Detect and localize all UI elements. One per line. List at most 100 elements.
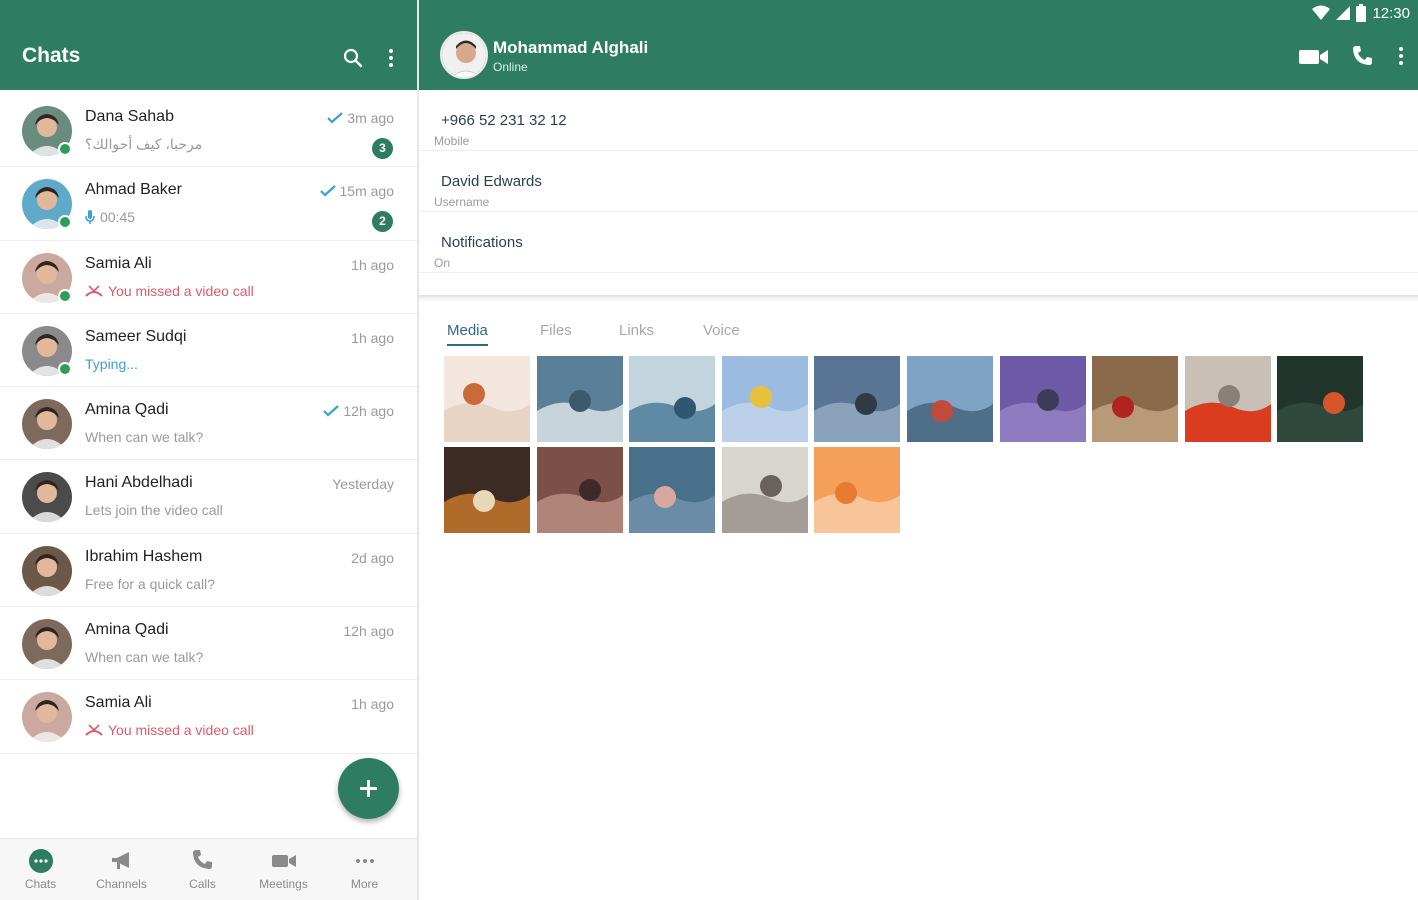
palm-photo [814, 356, 901, 442]
clock-time: 12:30 [1372, 4, 1410, 22]
chat-name: Hani Abdelhadi [85, 474, 193, 492]
chat-list-item[interactable]: Hani Abdelhadi Lets join the video call Ye… [0, 460, 417, 535]
overflow-menu-icon[interactable] [379, 46, 403, 70]
chili-photo [1277, 356, 1364, 442]
flower-photo [721, 356, 808, 442]
section-separator [419, 295, 1418, 303]
chat-name: Ahmad Baker [85, 181, 182, 199]
chat-list-item[interactable]: Dana Sahab مرحبا، كيف أحوالك؟ 3m ago 3 [0, 94, 417, 168]
info-label: Mobile [434, 134, 470, 148]
chat-time-text: Yesterday [332, 476, 394, 493]
chat-name: Samia Ali [85, 254, 152, 272]
media-thumbnail[interactable] [536, 356, 623, 442]
info-label: On [434, 256, 451, 270]
chat-list-item[interactable]: Amina Qadi When can we talk? 12h ago [0, 607, 417, 681]
new-chat-button[interactable] [338, 758, 399, 819]
chat-last-message: When can we talk? [85, 429, 203, 445]
media-thumbnail[interactable] [444, 447, 530, 533]
media-thumbnail[interactable] [907, 356, 993, 442]
video-camera-icon [271, 855, 296, 867]
chat-time: 15m ago [319, 183, 394, 200]
chat-list-item[interactable]: Amina Qadi When can we talk? 12h ago [0, 387, 417, 461]
signal-icon [1336, 6, 1351, 20]
chats-panel: Chats Dana Sahab مرحبا، كيف أحوالك؟ 3m ago… [0, 0, 417, 900]
chat-message-text: When can we talk? [85, 429, 204, 446]
info-label: Username [434, 195, 490, 209]
media-thumbnail[interactable] [999, 356, 1086, 442]
sea-photo [629, 356, 716, 442]
media-thumbnail[interactable] [1184, 356, 1271, 442]
nav-label: Chats [24, 877, 57, 891]
contact-info-row[interactable]: David Edwards Username [419, 151, 1418, 212]
chat-list: Dana Sahab مرحبا، كيف أحوالك؟ 3m ago 3 Ahmad… [0, 94, 417, 754]
search-icon[interactable] [341, 46, 365, 70]
chat-time-text: 1h ago [351, 256, 394, 273]
contact-status: Online [493, 60, 528, 74]
contact-app-bar: Mohammad Alghali Online [419, 26, 1418, 90]
battery-icon [1356, 4, 1367, 22]
chat-time-text: 3m ago [347, 110, 394, 126]
media-thumbnail[interactable] [629, 356, 716, 442]
chats-title: Chats [22, 44, 81, 67]
chat-list-item[interactable]: Samia Ali You missed a video call 1h ago [0, 241, 417, 315]
tab-files[interactable]: Files [540, 322, 572, 339]
contact-avatar[interactable] [440, 31, 488, 79]
chat-time: Yesterday [332, 476, 394, 492]
megaphone-icon [111, 852, 129, 869]
media-thumbnail[interactable] [629, 447, 716, 533]
chat-time: 1h ago [351, 257, 394, 273]
chat-list-item[interactable]: Sameer Sudqi Typing... 1h ago [0, 314, 417, 388]
tab-links[interactable]: Links [619, 322, 654, 339]
media-thumbnail[interactable] [444, 356, 530, 442]
unread-badge: 3 [372, 138, 393, 159]
chat-message-text: Typing... [85, 355, 138, 372]
chat-last-message: Typing... [85, 356, 138, 372]
chat-time: 3m ago [327, 110, 394, 126]
contact-info-row[interactable]: Notifications On [419, 212, 1418, 273]
chat-list-item[interactable]: Ahmad Baker 00:45 15m ago 2 [0, 167, 417, 241]
nav-item-channels[interactable]: Channels [81, 839, 162, 900]
nav-label: More [350, 877, 379, 891]
chat-time-text: 15m ago [339, 183, 394, 200]
more-dots-icon [355, 859, 374, 863]
media-thumbnail[interactable] [721, 447, 808, 533]
contact-avatar-image [442, 33, 486, 77]
chat-time-text: 1h ago [351, 696, 394, 713]
media-thumbnail[interactable] [536, 447, 623, 533]
chat-message-text: Lets join the video call [85, 502, 223, 519]
media-thumbnail[interactable] [1277, 356, 1364, 442]
media-thumbnail[interactable] [1092, 356, 1179, 442]
bottom-navigation: Chats Channels Calls Meetings More [0, 838, 417, 900]
jellyfish-photo [814, 447, 901, 533]
video-call-icon[interactable] [1298, 46, 1330, 68]
chat-list-item[interactable]: Ibrahim Hashem Free for a quick call? 2d a… [0, 534, 417, 608]
chat-time-text: 12h ago [343, 403, 394, 420]
contact-overflow-menu-icon[interactable] [1389, 44, 1413, 68]
chat-last-message: Free for a quick call? [85, 576, 215, 592]
chat-message-text: مرحبا، كيف أحوالك؟ [85, 136, 203, 152]
water-photo [629, 447, 716, 533]
chats-app-bar: Chats [0, 26, 417, 90]
chat-name: Sameer Sudqi [85, 327, 187, 345]
tab-voice[interactable]: Voice [703, 322, 740, 339]
chat-message-text: When can we talk? [85, 649, 204, 666]
media-thumbnail[interactable] [721, 356, 808, 442]
chat-last-message: Lets join the video call [85, 502, 223, 518]
contact-info-row[interactable]: +966 52 231 32 12 Mobile [419, 90, 1418, 151]
nav-item-more[interactable]: More [324, 839, 405, 900]
media-thumbnail[interactable] [814, 356, 901, 442]
nav-item-meetings[interactable]: Meetings [243, 839, 324, 900]
media-thumbnail[interactable] [814, 447, 901, 533]
read-check-icon [319, 185, 336, 197]
chat-message-text: You missed a video call [108, 722, 254, 739]
child-photo [444, 356, 530, 442]
tab-media[interactable]: Media [447, 322, 488, 346]
chat-message-text: You missed a video call [108, 282, 254, 299]
contact-name: Mohammad Alghali [493, 38, 649, 57]
voice-call-icon[interactable] [1350, 44, 1374, 68]
nav-label: Meetings [259, 877, 308, 891]
chat-list-item[interactable]: Samia Ali You missed a video call 1h ago [0, 680, 417, 754]
nav-item-calls[interactable]: Calls [162, 839, 243, 900]
chat-message-text: Free for a quick call? [85, 575, 215, 592]
nav-item-chats[interactable]: Chats [0, 839, 81, 900]
